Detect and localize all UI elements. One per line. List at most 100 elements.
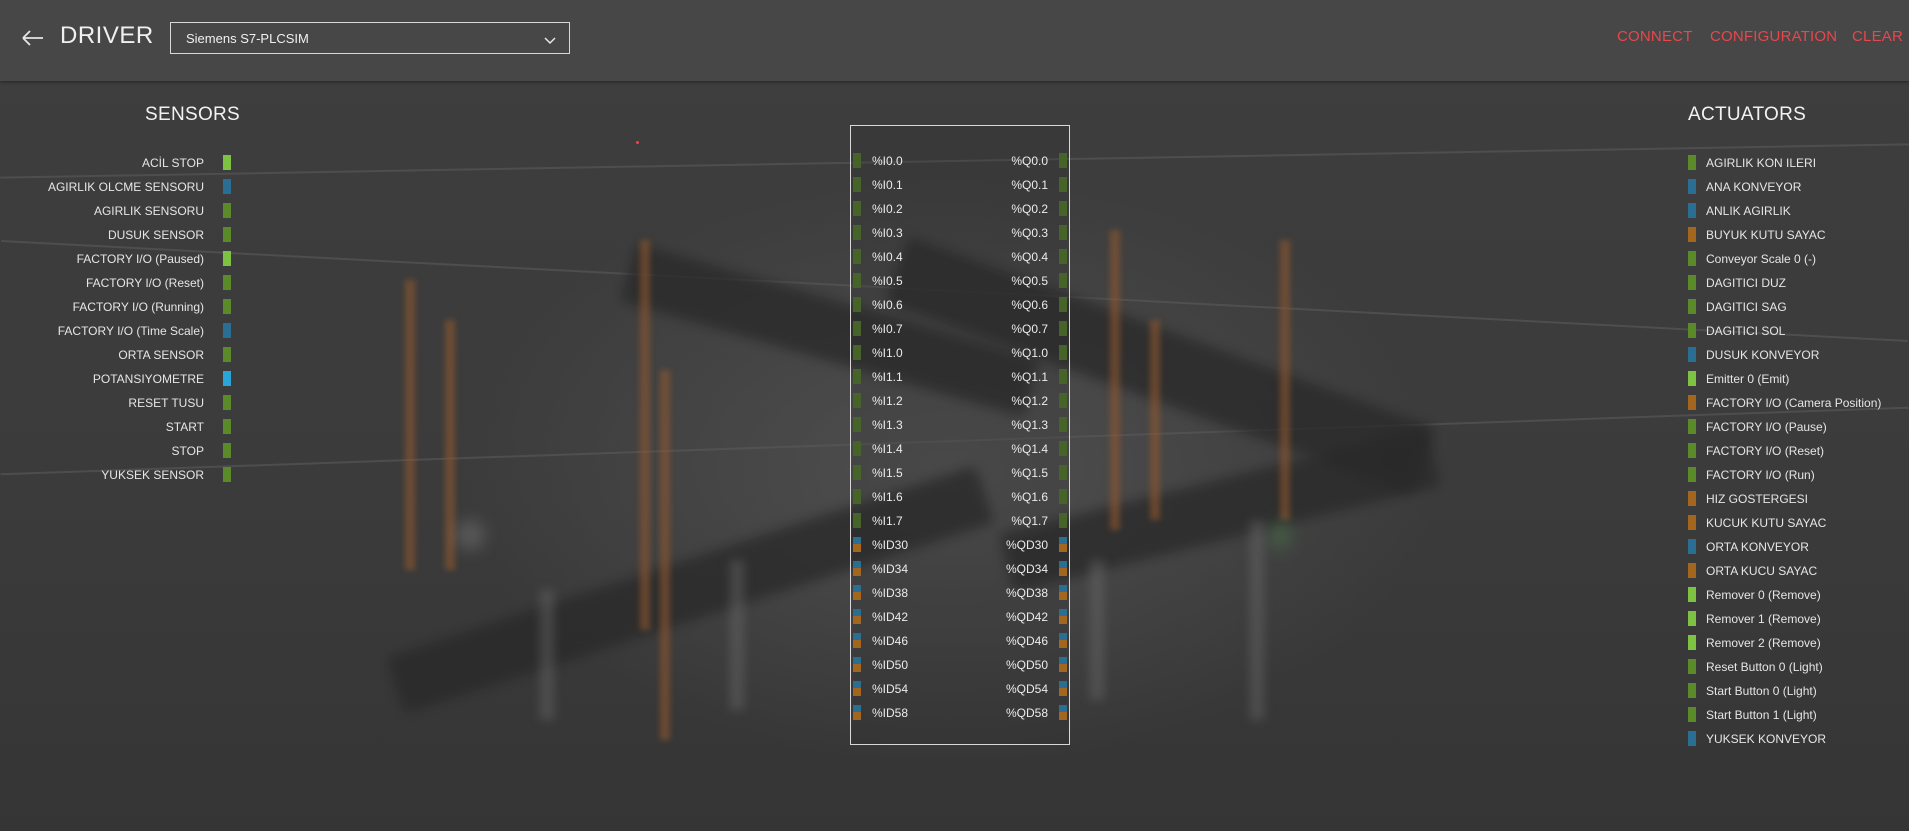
actuator-drag-tag[interactable] (1688, 251, 1696, 266)
sensor-drag-tag[interactable] (223, 203, 231, 218)
sensor-item[interactable]: DUSUK SENSOR (0, 227, 231, 243)
output-port[interactable] (1059, 297, 1067, 312)
input-port[interactable] (853, 417, 861, 432)
sensor-drag-tag[interactable] (223, 251, 231, 266)
actuator-item[interactable]: ANA KONVEYOR (1688, 179, 1898, 195)
input-port[interactable] (853, 321, 861, 336)
sensor-item[interactable]: FACTORY I/O (Running) (0, 299, 231, 315)
actuator-item[interactable]: DUSUK KONVEYOR (1688, 347, 1898, 363)
actuator-item[interactable]: Start Button 1 (Light) (1688, 707, 1898, 723)
output-port[interactable] (1059, 225, 1067, 240)
input-port[interactable] (853, 609, 861, 624)
actuator-item[interactable]: DAGITICI SAG (1688, 299, 1898, 315)
actuator-drag-tag[interactable] (1688, 323, 1696, 338)
sensor-drag-tag[interactable] (223, 395, 231, 410)
input-port[interactable] (853, 585, 861, 600)
actuator-drag-tag[interactable] (1688, 347, 1696, 362)
input-port[interactable] (853, 393, 861, 408)
sensor-drag-tag[interactable] (223, 299, 231, 314)
actuator-drag-tag[interactable] (1688, 227, 1696, 242)
input-port[interactable] (853, 153, 861, 168)
actuator-item[interactable]: FACTORY I/O (Run) (1688, 467, 1898, 483)
sensor-item[interactable]: STOP (0, 443, 231, 459)
actuator-item[interactable]: ANLIK AGIRLIK (1688, 203, 1898, 219)
sensor-drag-tag[interactable] (223, 179, 231, 194)
back-arrow-icon[interactable] (20, 26, 46, 50)
input-port[interactable] (853, 297, 861, 312)
input-port[interactable] (853, 201, 861, 216)
actuator-item[interactable]: DAGITICI DUZ (1688, 275, 1898, 291)
input-port[interactable] (853, 249, 861, 264)
actuator-drag-tag[interactable] (1688, 275, 1696, 290)
output-port[interactable] (1059, 441, 1067, 456)
actuator-item[interactable]: YUKSEK KONVEYOR (1688, 731, 1898, 747)
actuator-drag-tag[interactable] (1688, 443, 1696, 458)
sensor-item[interactable]: AGIRLIK OLCME SENSORU (0, 179, 231, 195)
input-port[interactable] (853, 513, 861, 528)
actuator-drag-tag[interactable] (1688, 155, 1696, 170)
output-port[interactable] (1059, 681, 1067, 696)
sensor-item[interactable]: YUKSEK SENSOR (0, 467, 231, 483)
actuator-item[interactable]: FACTORY I/O (Reset) (1688, 443, 1898, 459)
configuration-button[interactable]: CONFIGURATION (1710, 28, 1837, 45)
actuator-drag-tag[interactable] (1688, 299, 1696, 314)
output-port[interactable] (1059, 585, 1067, 600)
actuator-item[interactable]: Remover 2 (Remove) (1688, 635, 1898, 651)
actuator-drag-tag[interactable] (1688, 203, 1696, 218)
sensor-item[interactable]: FACTORY I/O (Reset) (0, 275, 231, 291)
output-port[interactable] (1059, 369, 1067, 384)
output-port[interactable] (1059, 321, 1067, 336)
actuator-item[interactable]: HIZ GOSTERGESI (1688, 491, 1898, 507)
sensor-drag-tag[interactable] (223, 443, 231, 458)
driver-select[interactable]: Siemens S7-PLCSIM (170, 22, 570, 54)
sensor-drag-tag[interactable] (223, 323, 231, 338)
actuator-drag-tag[interactable] (1688, 659, 1696, 674)
input-port[interactable] (853, 657, 861, 672)
actuator-drag-tag[interactable] (1688, 491, 1696, 506)
input-port[interactable] (853, 345, 861, 360)
input-port[interactable] (853, 537, 861, 552)
input-port[interactable] (853, 681, 861, 696)
output-port[interactable] (1059, 705, 1067, 720)
output-port[interactable] (1059, 609, 1067, 624)
actuator-drag-tag[interactable] (1688, 467, 1696, 482)
actuator-drag-tag[interactable] (1688, 419, 1696, 434)
output-port[interactable] (1059, 657, 1067, 672)
actuator-item[interactable]: BUYUK KUTU SAYAC (1688, 227, 1898, 243)
actuator-item[interactable]: FACTORY I/O (Camera Position) (1688, 395, 1898, 411)
actuator-item[interactable]: Emitter 0 (Emit) (1688, 371, 1898, 387)
actuator-item[interactable]: Reset Button 0 (Light) (1688, 659, 1898, 675)
sensor-item[interactable]: POTANSIYOMETRE (0, 371, 231, 387)
actuator-drag-tag[interactable] (1688, 635, 1696, 650)
actuator-item[interactable]: Remover 0 (Remove) (1688, 587, 1898, 603)
input-port[interactable] (853, 225, 861, 240)
actuator-item[interactable]: DAGITICI SOL (1688, 323, 1898, 339)
actuator-item[interactable]: ORTA KUCU SAYAC (1688, 563, 1898, 579)
actuator-drag-tag[interactable] (1688, 731, 1696, 746)
input-port[interactable] (853, 705, 861, 720)
sensor-item[interactable]: START (0, 419, 231, 435)
actuator-drag-tag[interactable] (1688, 563, 1696, 578)
sensor-drag-tag[interactable] (223, 419, 231, 434)
input-port[interactable] (853, 561, 861, 576)
input-port[interactable] (853, 441, 861, 456)
actuator-drag-tag[interactable] (1688, 539, 1696, 554)
sensor-item[interactable]: FACTORY I/O (Time Scale) (0, 323, 231, 339)
sensor-drag-tag[interactable] (223, 347, 231, 362)
actuator-drag-tag[interactable] (1688, 683, 1696, 698)
sensor-item[interactable]: AGIRLIK SENSORU (0, 203, 231, 219)
sensor-item[interactable]: ORTA SENSOR (0, 347, 231, 363)
output-port[interactable] (1059, 345, 1067, 360)
actuator-drag-tag[interactable] (1688, 611, 1696, 626)
sensor-item[interactable]: ACİL STOP (0, 155, 231, 171)
input-port[interactable] (853, 489, 861, 504)
actuator-drag-tag[interactable] (1688, 515, 1696, 530)
output-port[interactable] (1059, 417, 1067, 432)
input-port[interactable] (853, 369, 861, 384)
output-port[interactable] (1059, 153, 1067, 168)
input-port[interactable] (853, 273, 861, 288)
output-port[interactable] (1059, 561, 1067, 576)
actuator-item[interactable]: Remover 1 (Remove) (1688, 611, 1898, 627)
sensor-drag-tag[interactable] (223, 227, 231, 242)
clear-button[interactable]: CLEAR (1852, 28, 1903, 45)
